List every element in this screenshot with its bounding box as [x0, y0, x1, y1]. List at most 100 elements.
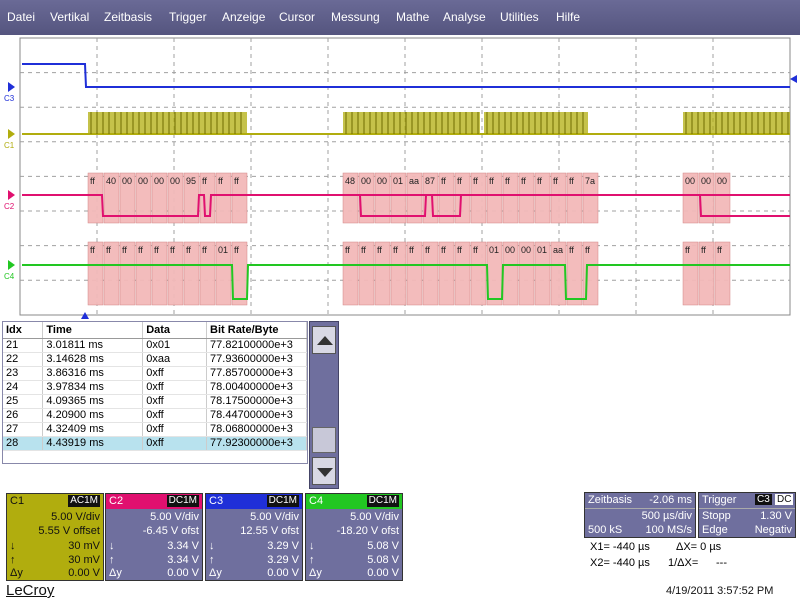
menu-utilities[interactable]: Utilities: [500, 10, 539, 24]
brand-logo: LeCroy: [6, 582, 55, 599]
channel-name: C1: [10, 495, 25, 507]
channel-name: C4: [309, 495, 324, 507]
c2-byte-label: 00: [154, 176, 164, 186]
menu-messung[interactable]: Messung: [331, 10, 380, 24]
c4-byte-label: 01: [537, 245, 547, 255]
table-cell: 3.97834 ms: [42, 380, 144, 395]
level-down: 30 mV: [68, 540, 100, 552]
delta-y-label: Δy: [109, 567, 122, 579]
c2-byte-label: 87: [425, 176, 435, 186]
delta-y-label: Δy: [209, 567, 222, 579]
c2-byte-label: ff: [218, 176, 223, 186]
table-cell: 77.82100000e+3: [206, 338, 307, 353]
column-header[interactable]: Idx: [3, 322, 44, 339]
menu-anzeige[interactable]: Anzeige: [222, 10, 265, 24]
c4-byte-label: ff: [154, 245, 159, 255]
table-row[interactable]: 24 3.97834 ms 0xff 78.00400000e+3: [3, 380, 307, 395]
menu-mathe[interactable]: Mathe: [396, 10, 429, 24]
table-cell: 4.43919 ms: [42, 436, 144, 451]
table-header-row: Idx Time Data Bit Rate/Byte: [3, 322, 307, 339]
trigger-level-marker: [790, 75, 797, 83]
table-cell: 0xff: [142, 380, 208, 395]
cursor-readout: X1= -440 µs ΔX= 0 µs X2= -440 µs 1/ΔX= -…: [588, 541, 798, 575]
table-cell: 77.92300000e+3: [206, 436, 307, 451]
waveform-display[interactable]: ff 40 00 00 00 00 95 ff ff ff 48 00 00 01 aa 87 ff ff ff ff…: [0, 35, 800, 320]
c4-byte-label: ff: [569, 245, 574, 255]
c4-byte-label: 00: [505, 245, 515, 255]
trigger-level: 1.30 V: [760, 510, 792, 522]
decode-table: Idx Time Data Bit Rate/Byte 21 3.01811 ms 0x0…: [3, 322, 307, 451]
channel-header: C3 DC1M: [206, 494, 302, 509]
menu-analyse[interactable]: Analyse: [443, 10, 486, 24]
trigger-source: C3: [755, 494, 772, 505]
scroll-down-button[interactable]: [312, 457, 336, 485]
table-scrollbar[interactable]: [309, 321, 339, 489]
channel-c2-box[interactable]: C2 DC1M 5.00 V/div -6.45 V ofst ↓ 3.34 V ↑ 3.34…: [105, 493, 203, 581]
c1-burst: [484, 112, 588, 134]
c2-byte-label: ff: [553, 176, 558, 186]
column-header[interactable]: Time: [42, 322, 144, 339]
c2-byte-label: ff: [202, 176, 207, 186]
table-row[interactable]: 22 3.14628 ms 0xaa 77.93600000e+3: [3, 352, 307, 367]
table-cell: 3.14628 ms: [42, 352, 144, 367]
menu-zeitbasis[interactable]: Zeitbasis: [104, 10, 152, 24]
column-header[interactable]: Data: [142, 322, 208, 339]
c4-byte-label: ff: [361, 245, 366, 255]
table-cell: 0xff: [142, 422, 208, 437]
table-row[interactable]: 26 4.20900 ms 0xff 78.44700000e+3: [3, 408, 307, 423]
menu-cursor[interactable]: Cursor: [279, 10, 315, 24]
c2-byte-label: ff: [521, 176, 526, 186]
scroll-up-button[interactable]: [312, 326, 336, 354]
menu-vertikal[interactable]: Vertikal: [50, 10, 89, 24]
menu-trigger[interactable]: Trigger: [169, 10, 207, 24]
channel-c3-box[interactable]: C3 DC1M 5.00 V/div 12.55 V ofst ↓ 3.29 V ↑ 3.29…: [205, 493, 303, 581]
menu-datei[interactable]: Datei: [7, 10, 35, 24]
menu-hilfe[interactable]: Hilfe: [556, 10, 580, 24]
table-row[interactable]: 23 3.86316 ms 0xff 77.85700000e+3: [3, 366, 307, 381]
timebase-samples: 500 kS: [588, 524, 623, 536]
c2-byte-label: 7a: [585, 176, 595, 186]
channel-c4-box[interactable]: C4 DC1M 5.00 V/div -18.20 V ofst ↓ 5.08 V ↑ 5.0…: [305, 493, 403, 581]
table-row[interactable]: 21 3.01811 ms 0x01 77.82100000e+3: [3, 338, 307, 353]
trigger-panel[interactable]: Trigger C3 DC Stopp 1.30 V Edge Negativ: [698, 492, 796, 538]
trigger-mode: Stopp: [702, 510, 731, 522]
c4-byte-label: aa: [553, 245, 563, 255]
table-row[interactable]: 27 4.32409 ms 0xff 78.06800000e+3: [3, 422, 307, 437]
coupling-badge: AC1M: [68, 495, 100, 507]
down-arrow-icon: ↓: [209, 540, 215, 552]
level-down: 3.29 V: [267, 540, 299, 552]
c4-byte-label: ff: [122, 245, 127, 255]
table-cell: 4.32409 ms: [42, 422, 144, 437]
c2-byte-label: ff: [489, 176, 494, 186]
timebase-rate: 100 MS/s: [645, 524, 692, 536]
timebase-panel[interactable]: Zeitbasis -2.06 ms 500 µs/div 500 kS 100…: [584, 492, 696, 538]
cursor-inv-dx: 1/ΔX=: [668, 557, 699, 569]
c4-byte-label: 01: [489, 245, 499, 255]
c4-byte-label: ff: [170, 245, 175, 255]
c2-byte-label: ff: [569, 176, 574, 186]
table-row[interactable]: 25 4.09365 ms 0xff 78.17500000e+3: [3, 394, 307, 409]
c2-byte-label: 01: [393, 176, 403, 186]
c2-marker-label: C2: [4, 202, 15, 211]
table-cell: 77.93600000e+3: [206, 352, 307, 367]
menu-bar: Datei Vertikal Zeitbasis Trigger Anzeige Curs…: [0, 0, 800, 35]
c3-trace: [22, 63, 790, 88]
table-cell: 22: [3, 352, 44, 367]
c2-byte-label: ff: [457, 176, 462, 186]
level-down: 3.34 V: [167, 540, 199, 552]
level-up: 30 mV: [68, 554, 100, 566]
channel-c1-box[interactable]: C1 AC1M 5.00 V/div 5.55 V offset ↓ 30 mV ↑ 30 m…: [6, 493, 104, 581]
table-cell: 78.06800000e+3: [206, 422, 307, 437]
c4-byte-label: ff: [106, 245, 111, 255]
column-header[interactable]: Bit Rate/Byte: [206, 322, 307, 339]
delta-y-value: 0.00 V: [367, 567, 399, 579]
c4-byte-label: ff: [377, 245, 382, 255]
trigger-slope: Negativ: [754, 524, 792, 536]
table-cell: 0xff: [142, 366, 208, 381]
c2-byte-label: 00: [685, 176, 695, 186]
c2-byte-label: 00: [701, 176, 711, 186]
c1-marker: [8, 129, 15, 139]
scroll-thumb[interactable]: [312, 427, 336, 453]
table-row[interactable]: 28 4.43919 ms 0xff 77.92300000e+3: [3, 436, 307, 451]
c1-marker-label: C1: [4, 141, 15, 150]
